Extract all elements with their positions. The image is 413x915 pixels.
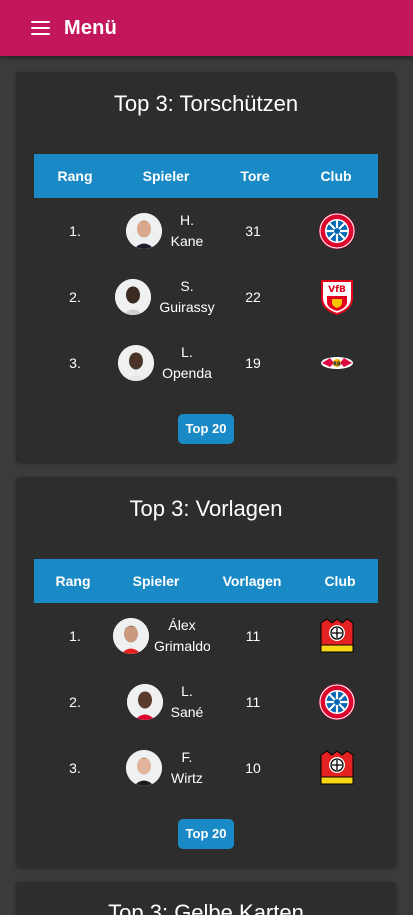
top-20-button[interactable]: Top 20 bbox=[178, 414, 234, 444]
player-last-name: Guirassy bbox=[159, 299, 215, 315]
svg-text:VfB: VfB bbox=[328, 285, 346, 295]
player-first-name: L. bbox=[181, 344, 193, 360]
assists-cell: 11 bbox=[245, 628, 261, 644]
rank-cell: 2. bbox=[69, 289, 81, 305]
club-logo-leverkusen-icon bbox=[318, 617, 356, 655]
rank-cell: 3. bbox=[69, 355, 81, 371]
card-title: Top 3: Vorlagen bbox=[129, 496, 283, 521]
table-row[interactable]: 1. H. Kane 31 bbox=[34, 198, 378, 264]
player-name[interactable]: H. Kane bbox=[159, 210, 215, 252]
club-logo-leipzig-icon: RB bbox=[318, 344, 356, 382]
table-row[interactable]: 1. Álex Grimaldo 11 bbox=[34, 603, 378, 669]
table-row[interactable]: 3. L. Openda 19 RB bbox=[34, 330, 378, 396]
player-first-name: H. bbox=[180, 212, 194, 228]
column-header-club: Club bbox=[324, 573, 356, 589]
player-name[interactable]: L. Sané bbox=[159, 681, 215, 723]
app-bar: Menü bbox=[0, 0, 413, 56]
player-first-name: S. bbox=[180, 278, 194, 294]
club-logo-leverkusen-icon bbox=[318, 749, 356, 787]
column-header-club: Club bbox=[320, 168, 352, 184]
club-logo-stuttgart-icon: VfB bbox=[318, 278, 356, 316]
goals-cell: 22 bbox=[245, 289, 261, 305]
table-row[interactable]: 2. S. Guirassy 22 VfB bbox=[34, 264, 378, 330]
player-name[interactable]: L. Openda bbox=[159, 342, 215, 384]
column-header-rank: Rang bbox=[55, 573, 91, 589]
top-scorers-card: Top 3: Torschützen Rang Spieler Tore Clu… bbox=[16, 72, 396, 462]
column-header-assists: Vorlagen bbox=[222, 573, 282, 589]
avatar bbox=[113, 618, 149, 654]
column-header-goals: Tore bbox=[240, 168, 270, 184]
player-last-name: Kane bbox=[170, 233, 204, 249]
goals-cell: 31 bbox=[245, 223, 261, 239]
card-title: Top 3: Torschützen bbox=[113, 91, 299, 116]
svg-text:RB: RB bbox=[333, 362, 341, 368]
player-last-name: Wirtz bbox=[171, 770, 203, 786]
top-assists-card: Top 3: Vorlagen Rang Spieler Vorlagen Cl… bbox=[16, 477, 396, 867]
player-first-name: L. bbox=[181, 683, 193, 699]
avatar bbox=[127, 684, 163, 720]
table-row[interactable]: 2. L. Sané 11 bbox=[34, 669, 378, 735]
player-name[interactable]: Álex Grimaldo bbox=[154, 615, 210, 657]
avatar bbox=[115, 279, 151, 315]
avatar bbox=[126, 750, 162, 786]
assists-cell: 11 bbox=[245, 694, 261, 710]
card-title: Top 3: Gelbe Karten bbox=[108, 900, 304, 915]
player-first-name: Álex bbox=[168, 617, 196, 633]
assists-cell: 10 bbox=[245, 760, 261, 776]
rank-cell: 2. bbox=[69, 694, 81, 710]
top-20-button[interactable]: Top 20 bbox=[178, 819, 234, 849]
player-name[interactable]: F. Wirtz bbox=[159, 747, 215, 789]
avatar bbox=[118, 345, 154, 381]
table-header: Rang Spieler Tore Club bbox=[34, 154, 378, 198]
player-last-name: Grimaldo bbox=[154, 638, 210, 654]
column-header-rank: Rang bbox=[57, 168, 93, 184]
club-logo-bayern-icon bbox=[318, 212, 356, 250]
column-header-player: Spieler bbox=[132, 573, 180, 589]
yellow-cards-card: Top 3: Gelbe Karten bbox=[16, 882, 396, 915]
rank-cell: 3. bbox=[69, 760, 81, 776]
column-header-player: Spieler bbox=[142, 168, 190, 184]
player-first-name: F. bbox=[181, 749, 193, 765]
table-header: Rang Spieler Vorlagen Club bbox=[34, 559, 378, 603]
menu-icon[interactable] bbox=[31, 21, 50, 35]
player-last-name: Sané bbox=[170, 704, 204, 720]
rank-cell: 1. bbox=[69, 223, 81, 239]
player-name[interactable]: S. Guirassy bbox=[159, 276, 215, 318]
table-row[interactable]: 3. F. Wirtz 10 bbox=[34, 735, 378, 801]
club-logo-bayern-icon bbox=[318, 683, 356, 721]
rank-cell: 1. bbox=[69, 628, 81, 644]
goals-cell: 19 bbox=[245, 355, 261, 371]
menu-label[interactable]: Menü bbox=[64, 17, 117, 40]
avatar bbox=[126, 213, 162, 249]
player-last-name: Openda bbox=[162, 365, 212, 381]
